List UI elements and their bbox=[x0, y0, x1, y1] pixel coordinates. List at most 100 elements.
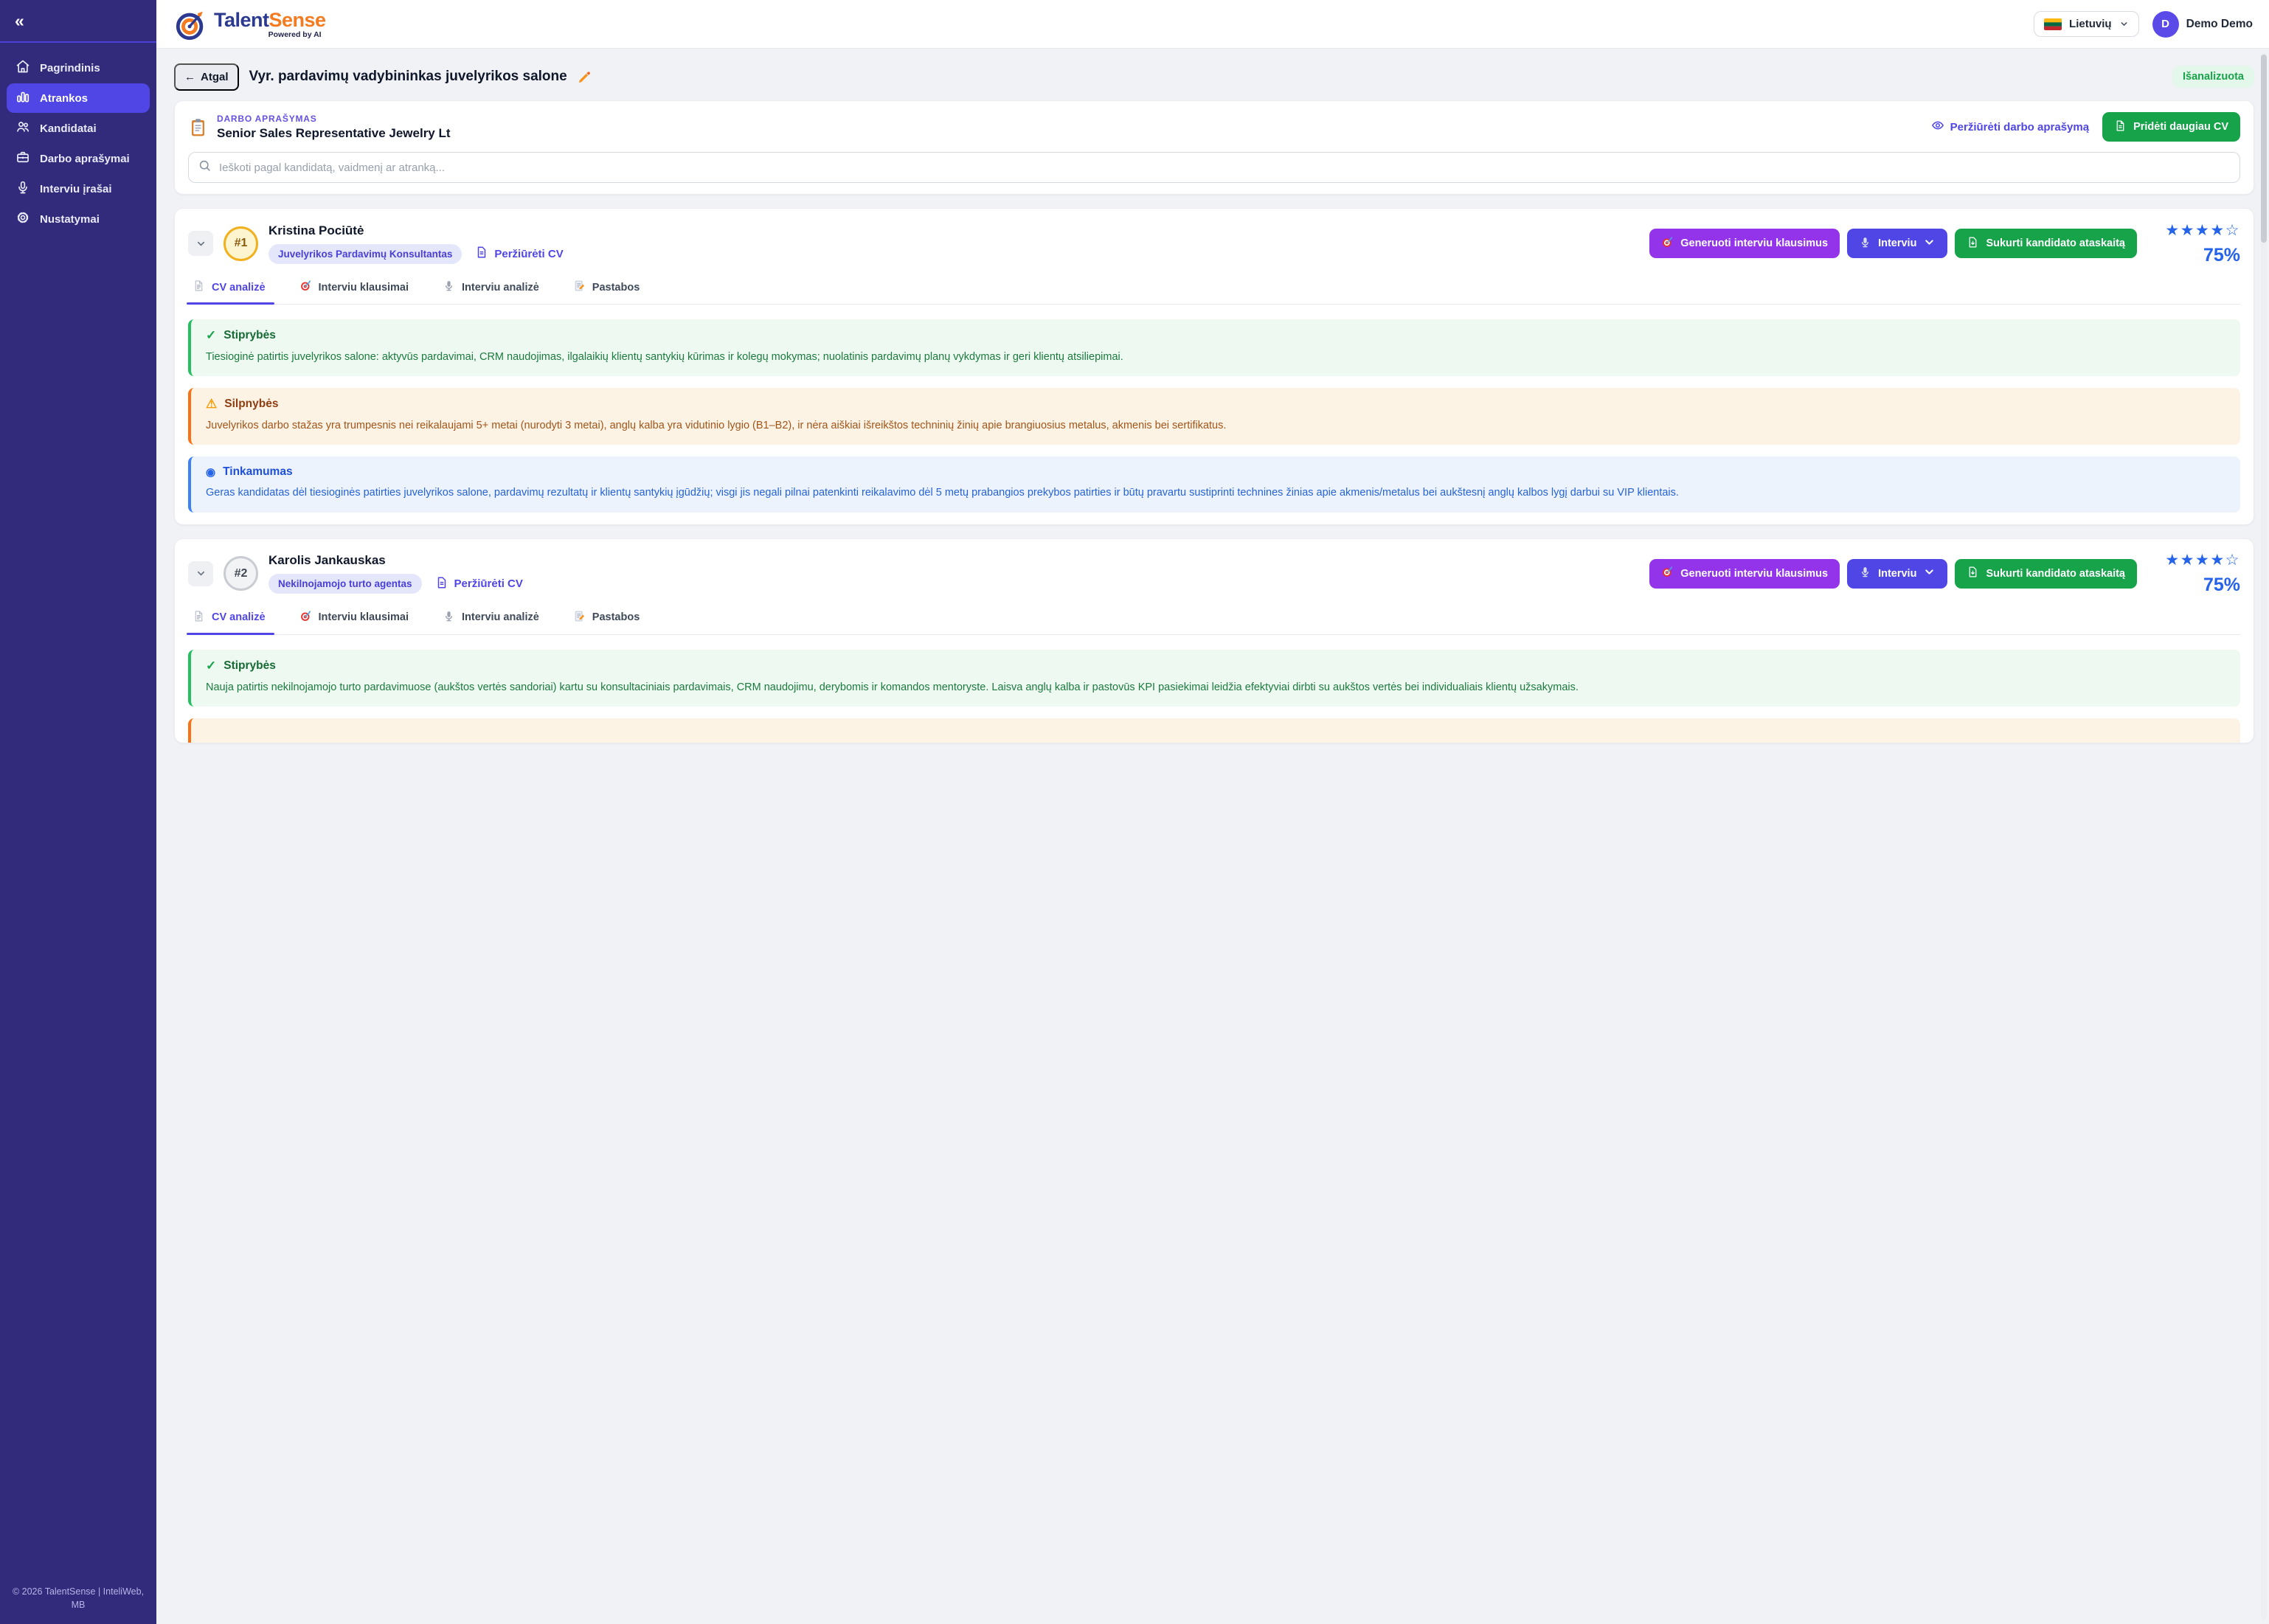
sidebar-item-pagrindinis[interactable]: Pagrindinis bbox=[7, 53, 150, 83]
language-selector[interactable]: Lietuvių bbox=[2034, 11, 2139, 37]
view-job-description-link[interactable]: Peržiūrėti darbo aprašymą bbox=[1931, 119, 2089, 135]
candidate-name: Karolis Jankauskas bbox=[269, 553, 523, 568]
sidebar-item-kandidatai[interactable]: Kandidatai bbox=[7, 114, 150, 143]
sidebar-item-label: Darbo aprašymai bbox=[40, 153, 130, 165]
document-icon bbox=[2114, 119, 2127, 135]
target-ring-icon: ◉ bbox=[206, 465, 215, 479]
weaknesses-box: ⚠ Silpnybės Juvelyrikos darbo stažas yra… bbox=[188, 388, 2240, 445]
cv-document-icon bbox=[435, 576, 448, 592]
view-cv-link[interactable]: Peržiūrėti CV bbox=[435, 576, 523, 592]
interview-dropdown-button[interactable]: Interviu bbox=[1847, 229, 1947, 258]
tab-label: Interviu klausimai bbox=[319, 282, 409, 294]
expand-candidate-button[interactable] bbox=[188, 231, 213, 256]
tab-interviu-klausimai[interactable]: Interviu klausimai bbox=[298, 608, 411, 634]
strengths-box: ✓ Stiprybės Tiesioginė patirtis juvelyri… bbox=[188, 319, 2240, 376]
tab-interviu-klausimai[interactable]: Interviu klausimai bbox=[298, 277, 411, 304]
view-cv-label: Peržiūrėti CV bbox=[454, 577, 523, 590]
tab-label: Interviu analizė bbox=[462, 282, 539, 294]
logo-wordmark: TalentSense Powered by AI bbox=[214, 9, 326, 39]
clipboard-icon bbox=[188, 117, 208, 137]
match-score: 75% bbox=[2150, 245, 2240, 266]
role-chip: Juvelyrikos Pardavimų Konsultantas bbox=[269, 244, 462, 264]
create-report-label: Sukurti kandidato ataskaitą bbox=[1986, 237, 2125, 249]
star-rating: ★★★★☆ bbox=[2150, 551, 2240, 569]
add-cv-label: Pridėti daugiau CV bbox=[2133, 121, 2228, 133]
user-name: Demo Demo bbox=[2186, 18, 2253, 31]
candidate-tabs: CV analizė Interviu klausimai Interviu a… bbox=[188, 277, 2240, 305]
lithuania-flag-icon bbox=[2044, 18, 2062, 30]
scrollbar-track[interactable] bbox=[2261, 53, 2267, 1620]
users-icon bbox=[15, 119, 30, 137]
back-label: Atgal bbox=[201, 71, 229, 83]
interview-label: Interviu bbox=[1878, 568, 1916, 580]
generate-questions-button[interactable]: Generuoti interviu klausimus bbox=[1649, 559, 1840, 589]
avatar: D bbox=[2152, 11, 2179, 38]
target-dart-icon bbox=[1661, 236, 1674, 251]
check-icon: ✓ bbox=[206, 659, 216, 673]
tab-label: Pastabos bbox=[592, 611, 640, 623]
microphone-icon bbox=[15, 180, 30, 198]
main-content: ← Atgal Vyr. pardavimų vadybininkas juve… bbox=[156, 49, 2269, 1624]
sidebar-item-label: Interviu įrašai bbox=[40, 183, 112, 195]
back-button[interactable]: ← Atgal bbox=[174, 63, 239, 91]
sidebar-item-label: Nustatymai bbox=[40, 213, 100, 226]
briefcase-icon bbox=[15, 150, 30, 167]
create-report-label: Sukurti kandidato ataskaitą bbox=[1986, 568, 2125, 580]
chevron-down-icon bbox=[1923, 566, 1936, 581]
job-title: Senior Sales Representative Jewelry Lt bbox=[217, 126, 451, 141]
sidebar-item-atrankos[interactable]: Atrankos bbox=[7, 83, 150, 113]
suitability-box: ◉ Tinkamumas Geras kandidatas dėl tiesio… bbox=[188, 457, 2240, 512]
tab-cv-analize[interactable]: CV analizė bbox=[191, 608, 267, 634]
job-panel: DARBO APRAŠYMAS Senior Sales Representat… bbox=[174, 100, 2254, 195]
view-cv-label: Peržiūrėti CV bbox=[494, 248, 563, 260]
suitability-title: Tinkamumas bbox=[223, 465, 292, 479]
logo-tagline: Powered by AI bbox=[269, 30, 322, 39]
sidebar-collapse-icon[interactable]: « bbox=[15, 13, 24, 30]
add-cv-button[interactable]: Pridėti daugiau CV bbox=[2102, 112, 2240, 142]
strengths-text: Tiesioginė patirtis juvelyrikos salone: … bbox=[206, 349, 2225, 366]
sidebar-item-interviu-irasai[interactable]: Interviu įrašai bbox=[7, 174, 150, 204]
tab-pastabos[interactable]: Pastabos bbox=[572, 277, 641, 304]
tab-pastabos[interactable]: Pastabos bbox=[572, 608, 641, 634]
tab-cv-analize[interactable]: CV analizė bbox=[191, 277, 267, 304]
sidebar: « Pagrindinis Atrankos Kandidatai Darbo … bbox=[0, 0, 156, 1624]
scrollbar-thumb[interactable] bbox=[2261, 55, 2267, 243]
candidate-card-2: #2 Karolis Jankauskas Nekilnojamojo turt… bbox=[174, 538, 2254, 743]
weaknesses-title: Silpnybės bbox=[224, 398, 278, 411]
candidate-name: Kristina Pociūtė bbox=[269, 223, 564, 238]
strengths-title: Stiprybės bbox=[224, 329, 276, 342]
tab-label: Pastabos bbox=[592, 282, 640, 294]
dartboard-icon bbox=[299, 280, 312, 295]
search-input[interactable] bbox=[219, 162, 2231, 174]
user-menu[interactable]: D Demo Demo bbox=[2152, 11, 2253, 38]
create-report-button[interactable]: Sukurti kandidato ataskaitą bbox=[1955, 229, 2137, 258]
strengths-box: ✓ Stiprybės Nauja patirtis nekilnojamojo… bbox=[188, 650, 2240, 707]
bar-chart-icon bbox=[15, 89, 30, 107]
dartboard-icon bbox=[299, 610, 312, 625]
tab-label: CV analizė bbox=[212, 611, 266, 623]
edit-pencil-icon[interactable] bbox=[578, 70, 592, 84]
view-cv-link[interactable]: Peržiūrėti CV bbox=[475, 246, 563, 262]
role-chip: Nekilnojamojo turto agentas bbox=[269, 574, 422, 594]
sidebar-nav: Pagrindinis Atrankos Kandidatai Darbo ap… bbox=[0, 43, 156, 235]
page-icon bbox=[193, 280, 205, 295]
app-logo[interactable]: TalentSense Powered by AI bbox=[174, 7, 326, 41]
expand-candidate-button[interactable] bbox=[188, 561, 213, 586]
rank-badge: #1 bbox=[224, 226, 258, 261]
sidebar-item-label: Atrankos bbox=[40, 92, 88, 105]
sidebar-item-darbo-aprasymai[interactable]: Darbo aprašymai bbox=[7, 144, 150, 173]
tab-interviu-analize[interactable]: Interviu analizė bbox=[441, 608, 541, 634]
view-job-description-label: Peržiūrėti darbo aprašymą bbox=[1950, 121, 2089, 133]
logo-talent: Talent bbox=[214, 9, 269, 31]
strengths-title: Stiprybės bbox=[224, 659, 276, 673]
tab-interviu-analize[interactable]: Interviu analizė bbox=[441, 277, 541, 304]
create-report-button[interactable]: Sukurti kandidato ataskaitą bbox=[1955, 559, 2137, 589]
generate-questions-button[interactable]: Generuoti interviu klausimus bbox=[1649, 229, 1840, 258]
interview-label: Interviu bbox=[1878, 237, 1916, 249]
sidebar-item-nustatymai[interactable]: Nustatymai bbox=[7, 204, 150, 234]
sidebar-footer: © 2026 TalentSense | InteliWeb, MB bbox=[0, 1578, 156, 1624]
memo-icon bbox=[573, 280, 586, 295]
breadcrumb: ← Atgal Vyr. pardavimų vadybininkas juve… bbox=[174, 63, 2254, 90]
candidate-tabs: CV analizė Interviu klausimai Interviu a… bbox=[188, 608, 2240, 635]
interview-dropdown-button[interactable]: Interviu bbox=[1847, 559, 1947, 589]
